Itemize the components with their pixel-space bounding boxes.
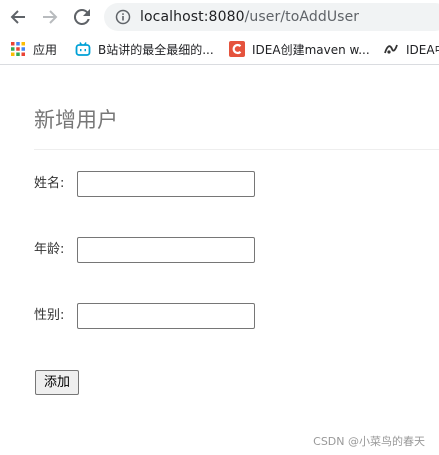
back-arrow-icon[interactable] [8, 7, 28, 27]
bookmark-bilibili[interactable]: B站讲的最全最细的... [75, 40, 214, 58]
bookmark-csdn[interactable]: IDEA创建maven w... [229, 40, 370, 58]
age-input[interactable] [77, 237, 255, 263]
url-host: localhost:8080 [140, 9, 245, 25]
name-input[interactable] [77, 171, 255, 197]
reload-icon[interactable] [72, 7, 92, 27]
address-bar[interactable]: localhost:8080/user/toAddUser [104, 3, 439, 31]
url-text: localhost:8080/user/toAddUser [140, 8, 359, 26]
gender-input[interactable] [77, 303, 255, 329]
bookmark-label: B站讲的最全最细的... [98, 42, 214, 57]
watermark-text: CSDN @小菜鸟的春天 [313, 435, 425, 448]
bookmark-apps[interactable]: 应用 [10, 40, 57, 58]
info-icon[interactable] [115, 9, 131, 25]
gender-label: 性别: [34, 308, 65, 323]
browser-toolbar: localhost:8080/user/toAddUser [0, 0, 439, 34]
title-divider [34, 149, 439, 150]
name-label: 姓名: [34, 176, 65, 191]
bookmark-label: IDEA创建maven w... [252, 42, 370, 57]
bilibili-icon [75, 41, 91, 57]
bookmarks-bar: 应用 B站讲的最全最细的... IDEA创建maven w... IDEA中 [0, 34, 439, 65]
apps-grid-icon [10, 41, 26, 57]
forward-arrow-icon[interactable] [40, 7, 60, 27]
age-label: 年龄: [34, 242, 65, 257]
csdn-icon [229, 41, 245, 57]
page-content: 新增用户 姓名: 年龄: 性别: 添加 CSDN @小菜鸟的春天 [0, 65, 439, 455]
page-title: 新增用户 [34, 108, 118, 132]
add-button[interactable]: 添加 [35, 370, 79, 395]
idea-bookmark-icon [383, 41, 399, 57]
url-path: /user/toAddUser [244, 9, 360, 25]
bookmark-label: IDEA中 [406, 42, 439, 57]
bookmark-label: 应用 [33, 42, 58, 57]
bookmark-idea[interactable]: IDEA中 [383, 40, 439, 58]
